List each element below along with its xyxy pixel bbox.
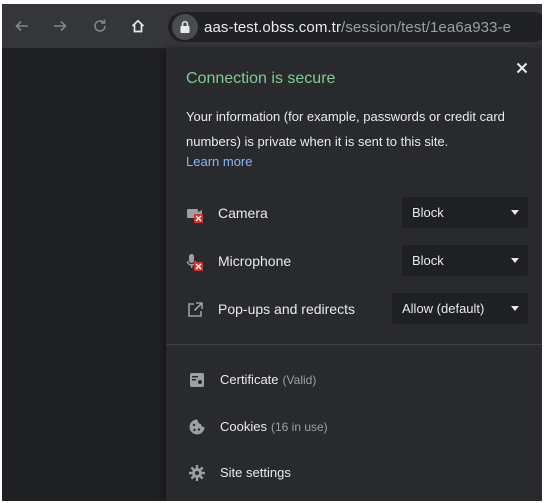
site-settings-label: Site settings — [220, 465, 291, 480]
home-button[interactable] — [124, 12, 152, 40]
site-settings-row[interactable]: Site settings — [188, 462, 388, 486]
permission-row-camera: Camera Block — [186, 197, 532, 229]
back-button[interactable] — [8, 12, 36, 40]
connection-description: Your information (for example, passwords… — [186, 109, 505, 149]
permission-label-microphone: Microphone — [218, 253, 292, 269]
microphone-permission-value: Block — [412, 253, 444, 268]
popups-permission-value: Allow (default) — [402, 301, 485, 316]
certificate-icon — [190, 373, 204, 387]
certificate-label-text: Certificate — [220, 372, 279, 387]
address-bar[interactable]: aas-test.obss.com.tr/session/test/1ea6a9… — [168, 12, 542, 42]
site-info-button[interactable] — [172, 14, 198, 40]
url-text: aas-test.obss.com.tr/session/test/1ea6a9… — [204, 19, 511, 36]
cookies-row[interactable]: Cookies (16 in use) — [188, 416, 388, 440]
cookies-label: Cookies (16 in use) — [220, 419, 328, 434]
back-arrow-icon — [15, 20, 28, 32]
browser-toolbar: aas-test.obss.com.tr/session/test/1ea6a9… — [2, 4, 542, 48]
close-button[interactable] — [512, 58, 532, 78]
permission-label-popups: Pop-ups and redirects — [218, 301, 355, 317]
certificate-label: Certificate (Valid) — [220, 372, 316, 387]
permission-row-popups: Pop-ups and redirects Allow (default) — [186, 293, 532, 325]
lock-icon — [180, 20, 190, 33]
site-info-popup: Connection is secure Your information (f… — [166, 48, 542, 501]
cookies-count: (16 in use) — [270, 420, 328, 434]
camera-permission-select[interactable]: Block — [402, 197, 528, 228]
url-path: /session/test/1ea6a933-e — [341, 19, 512, 36]
permission-label-camera: Camera — [218, 205, 268, 221]
reload-button[interactable] — [86, 12, 114, 40]
gear-icon — [189, 465, 205, 481]
popup-redirect-icon — [188, 302, 203, 317]
camera-blocked-icon — [187, 209, 203, 223]
connection-status-title: Connection is secure — [186, 70, 336, 87]
camera-permission-value: Block — [412, 205, 444, 220]
close-icon — [516, 62, 528, 74]
cookies-label-text: Cookies — [220, 419, 267, 434]
url-host: aas-test.obss.com.tr — [204, 19, 342, 36]
chevron-down-icon — [511, 306, 519, 311]
forward-arrow-icon — [54, 20, 67, 32]
forward-button[interactable] — [46, 12, 74, 40]
chevron-down-icon — [511, 258, 519, 263]
popups-permission-select[interactable]: Allow (default) — [392, 293, 528, 324]
browser-window: aas-test.obss.com.tr/session/test/1ea6a9… — [2, 4, 542, 501]
learn-more-link[interactable]: Learn more — [186, 154, 252, 169]
certificate-status: (Valid) — [282, 373, 317, 387]
chevron-down-icon — [511, 210, 519, 215]
microphone-permission-select[interactable]: Block — [402, 245, 528, 276]
certificate-row[interactable]: Certificate (Valid) — [188, 369, 388, 393]
permission-row-microphone: Microphone Block — [186, 245, 532, 277]
cookie-icon — [189, 419, 205, 435]
home-icon — [131, 19, 145, 33]
section-divider — [166, 344, 542, 345]
reload-icon — [94, 19, 106, 32]
microphone-blocked-icon — [186, 254, 203, 271]
